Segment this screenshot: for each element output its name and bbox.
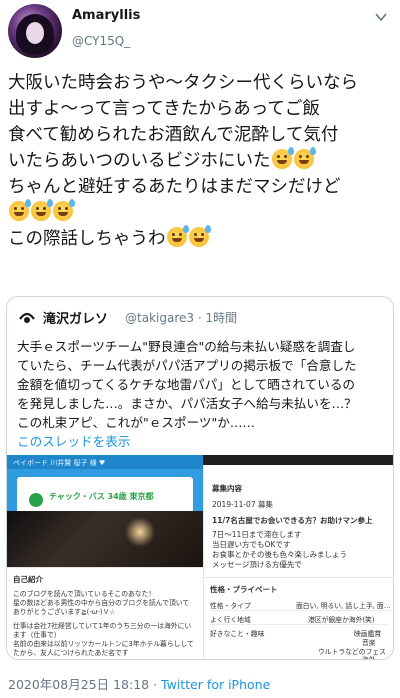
profile-photo [7,511,203,567]
quoted-line: を発見しました…。まさか、パパ活女子へ給与未払いを…？ [17,396,357,411]
trait-key: 好きなこと・趣味 [210,630,265,638]
quoted-line: 大手ｅスポーツチーム"野良連合"の給与未払い疑惑を調査し [17,339,356,354]
photo-strip-top [203,455,393,465]
quoted-line: この札束アピ、これが"ｅスポーツ"か…… [17,415,256,430]
sweat-smile-emoji [166,225,189,247]
post-line: メッセージ頂ける方優先で [212,560,302,569]
quoted-author-avatar[interactable] [17,307,37,327]
quoted-line: 金額を値切ってくるケチな地雷パパ」として晒されているの [17,377,356,392]
quoted-tweet[interactable]: 滝沢ガレソ @takigare3 · 1時間 大手ｅスポーツチーム"野良連合"の… [6,296,394,660]
quoted-line: ていたら、チーム代表がパパ活アプリの掲示板で「合意した [17,358,357,373]
media-post[interactable]: 募集内容 2019-11-07 募集 11/7名古屋でお会いできる方？お助けマン… [203,465,393,577]
tweet-text: 大阪いた時会おうや〜タクシー代くらいなら 出すよ〜って言ってきたからあってご飯 … [8,70,394,252]
tweet-footer: 2020年08月25日 18:18 · Twitter for iPhone [8,674,270,693]
tweet-line: 食べて勧められたお酒飲んで泥酔して気付 [8,125,339,145]
media-traits[interactable]: 性格・プライベート 性格・タイプ 面白い, 明るい, 話し上手, 面… よく行く… [203,577,393,660]
quoted-tweet-header: 滝沢ガレソ @takigare3 · 1時間 [17,307,387,327]
sweat-smile-emoji [293,147,316,169]
avatar-face [26,22,44,44]
app-bar: ペイボード 川井賢 桜子 様 ♥ [7,455,203,469]
tweet-source-link[interactable]: Twitter for iPhone [161,677,270,692]
trait-value: ウルトラなどのフェス [318,648,386,656]
trait-value: 港区が銀座か海外(笑) [308,616,375,624]
photo-light [125,517,155,547]
tweet-line: 大阪いた時会おうや〜タクシー代くらいなら [8,73,358,93]
author-handle[interactable]: @CY15Q_ [72,34,130,48]
traits-header: 性格・プライベート [210,585,278,594]
tweet-line: この際話しちゃうわ [8,225,394,252]
author-avatar[interactable] [8,4,62,58]
intro-line: たから、友人につけられたあだ名です [13,649,129,657]
media-app-profile[interactable]: ペイボード 川井賢 桜子 様 ♥ チャック・バス 34歳 東京都 [7,455,203,567]
sweat-smile-emoji [9,199,31,221]
tweet-timestamp[interactable]: 2020年08月25日 18:18 · [8,677,161,692]
tweet-line: 出すよ〜って言ってきたからあってご飯 [8,99,320,119]
sweat-smile-emoji [31,199,53,221]
post-title: 11/7名古屋でお会いできる方？お助けマン参上 [212,516,373,525]
profile-name: チャック・バス 34歳 東京都 [49,492,154,501]
profile-icon [29,493,43,507]
chevron-down-icon[interactable] [374,10,388,24]
post-header: 募集内容 [212,484,242,493]
intro-header: 自己紹介 [13,575,43,584]
media-intro[interactable]: 自己紹介 このブログを読んで頂いているそこのあなた！ 星の数ほどある男性の中から… [7,567,203,659]
quoted-tweet-text: 大手ｅスポーツチーム"野良連合"の給与未払い疑惑を調査し ていたら、チーム代表が… [17,337,387,432]
tweet-header: Amaryllis @CY15Q_ [0,0,400,64]
trait-value: 海外 [362,656,376,660]
sweat-smile-emoji [53,199,75,221]
quoted-media-grid[interactable]: ペイボード 川井賢 桜子 様 ♥ チャック・バス 34歳 東京都 募集内容 20… [7,455,393,660]
tweet-line: いたらあいつのいるビジホにいた [8,147,394,174]
sweat-smile-emoji [271,147,294,169]
quoted-author-handle[interactable]: @takigare3 · 1時間 [125,309,237,326]
divider [210,624,390,625]
post-date: 2019-11-07 募集 [212,500,273,509]
trait-key: 性格・タイプ [210,602,251,610]
trait-value: 面白い, 明るい, 話し上手, 面… [296,602,391,610]
show-thread-link[interactable]: このスレッドを表示 [17,431,130,450]
tweet-line [8,199,394,226]
sweat-smile-emoji [188,225,211,247]
divider [210,610,390,611]
intro-line: ありがとうございます≧(-ω-)Ｖ☆ [13,608,116,616]
trait-key: よく行く地域 [210,616,251,624]
author-display-name[interactable]: Amaryllis [72,8,140,23]
tweet-line: ちゃんと避妊するあたりはまだマシだけど [8,177,341,197]
quoted-author-name[interactable]: 滝沢ガレソ [43,308,108,327]
